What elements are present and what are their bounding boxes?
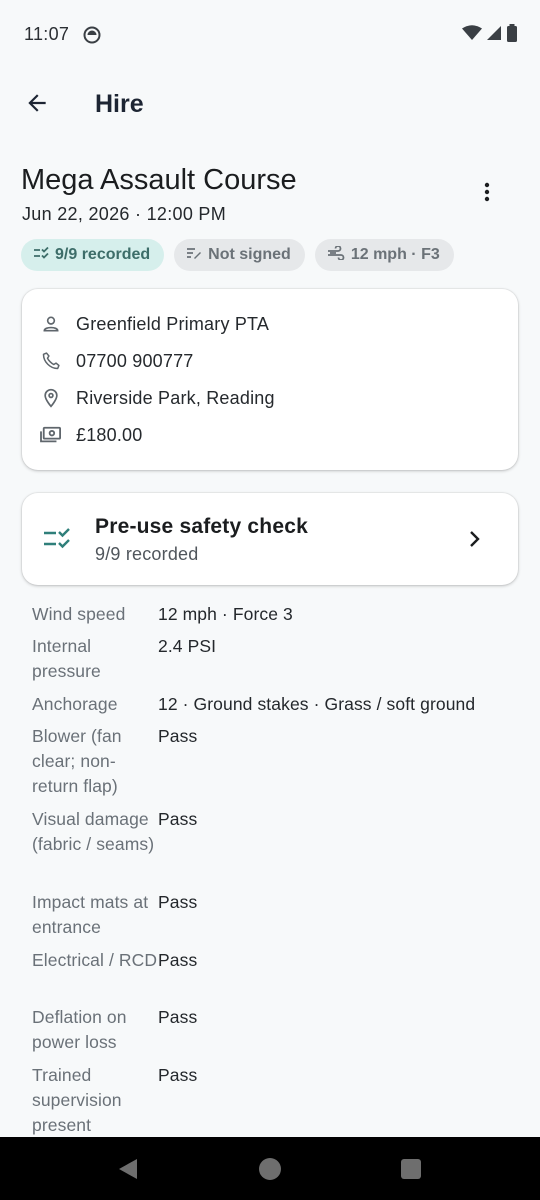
more-options-button[interactable] bbox=[465, 172, 509, 216]
chip-label: 12 mph · F3 bbox=[350, 246, 440, 263]
location-pin-icon bbox=[40, 387, 62, 409]
safety-check-title: Pre-use safety check bbox=[95, 515, 308, 538]
detail-label: Wind speed bbox=[32, 604, 126, 624]
checklist-icon bbox=[42, 526, 72, 552]
location-row[interactable]: Riverside Park, Reading bbox=[40, 385, 275, 411]
detail-label: Trained supervision present bbox=[32, 1065, 122, 1135]
detail-value: Pass bbox=[158, 1007, 198, 1027]
detail-label: Internal pressure bbox=[32, 636, 101, 681]
detail-label: Visual damage (fabric / seams) bbox=[32, 809, 155, 854]
safety-check-subtitle: 9/9 recorded bbox=[95, 544, 199, 564]
chip-signature[interactable]: Not signed bbox=[174, 239, 305, 271]
status-time: 11:07 bbox=[24, 24, 70, 44]
hire-info-card: Greenfield Primary PTA 07700 900777 Rive… bbox=[22, 289, 518, 470]
more-vert-icon bbox=[475, 180, 499, 209]
nav-back-button[interactable] bbox=[115, 1156, 141, 1182]
wifi-icon bbox=[462, 24, 482, 46]
detail-value: 12 · Ground stakes · Grass / soft ground bbox=[158, 694, 476, 714]
chip-recorded[interactable]: 9/9 recorded bbox=[21, 239, 165, 271]
hire-title: Mega Assault Course bbox=[21, 164, 297, 196]
person-icon bbox=[40, 313, 62, 335]
detail-label: Blower (fan clear; non-return flap) bbox=[32, 726, 122, 796]
chip-wind[interactable]: 12 mph · F3 bbox=[314, 239, 454, 271]
safety-check-card[interactable]: Pre-use safety check 9/9 recorded bbox=[22, 493, 518, 585]
contact-name: Greenfield Primary PTA bbox=[76, 313, 270, 334]
nav-home-button[interactable] bbox=[257, 1156, 283, 1182]
chip-label: Not signed bbox=[208, 246, 291, 263]
detail-value: Pass bbox=[158, 950, 198, 970]
phone-number: 07700 900777 bbox=[76, 350, 194, 371]
location-text: Riverside Park, Reading bbox=[76, 387, 275, 408]
signature-icon bbox=[186, 246, 202, 265]
price-row: £180.00 bbox=[40, 422, 142, 448]
arrow-back-icon bbox=[24, 90, 50, 121]
hire-datetime: Jun 22, 2026 · 12:00 PM bbox=[22, 204, 227, 224]
status-bar: 11:07 bbox=[0, 0, 540, 70]
detail-label: Deflation on power loss bbox=[32, 1007, 127, 1052]
system-nav-bar bbox=[0, 1137, 540, 1200]
back-button[interactable] bbox=[14, 82, 60, 128]
checklist-icon bbox=[33, 246, 49, 265]
payments-icon bbox=[40, 424, 62, 446]
system-icons bbox=[462, 23, 518, 47]
nav-recents-button[interactable] bbox=[398, 1156, 424, 1182]
detail-value: 12 mph · Force 3 bbox=[158, 604, 293, 624]
phone-row[interactable]: 07700 900777 bbox=[40, 348, 194, 374]
contact-row: Greenfield Primary PTA bbox=[40, 311, 269, 337]
detail-label: Impact mats at entrance bbox=[32, 892, 149, 937]
detail-value: Pass bbox=[158, 1065, 198, 1085]
detail-label: Anchorage bbox=[32, 694, 118, 714]
page-title: Hire bbox=[95, 90, 144, 118]
notification-icon bbox=[83, 26, 101, 44]
app-bar: Hire bbox=[0, 74, 540, 136]
chip-label: 9/9 recorded bbox=[55, 246, 151, 263]
status-chips: 9/9 recorded Not signed 12 mph · F3 bbox=[21, 239, 454, 271]
wind-icon bbox=[327, 244, 345, 265]
chevron-right-icon bbox=[462, 527, 486, 551]
detail-value: Pass bbox=[158, 726, 198, 746]
detail-value: Pass bbox=[158, 892, 198, 912]
price-text: £180.00 bbox=[76, 424, 143, 445]
battery-icon bbox=[506, 23, 518, 47]
cell-signal-icon bbox=[486, 25, 502, 46]
detail-value: 2.4 PSI bbox=[158, 636, 217, 656]
detail-label: Electrical / RCD bbox=[32, 950, 158, 970]
detail-value: Pass bbox=[158, 809, 198, 829]
phone-icon bbox=[40, 350, 62, 372]
